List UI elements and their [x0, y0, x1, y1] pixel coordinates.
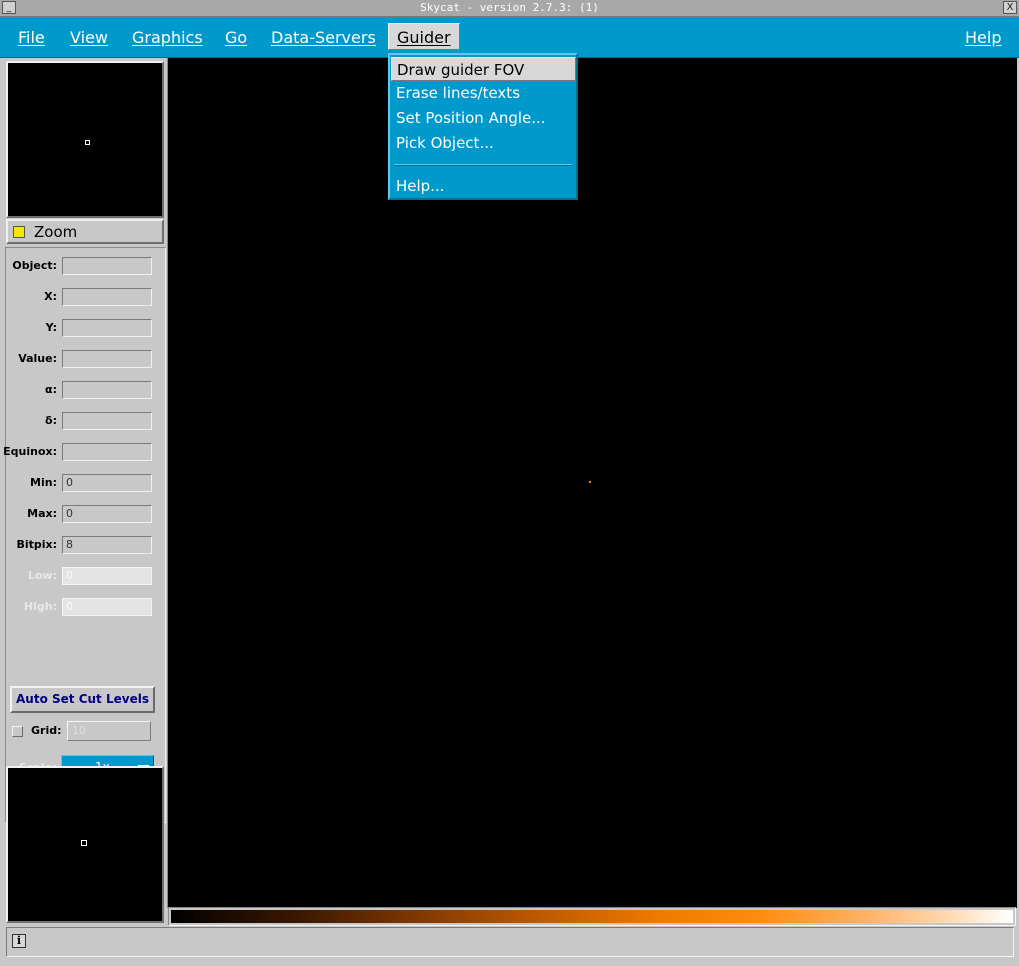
field-label-x: X:	[44, 290, 57, 303]
field-label-value: Value:	[18, 352, 57, 365]
menu-data-servers[interactable]: Data-Servers	[271, 28, 376, 47]
zoom-indicator-icon	[13, 226, 25, 238]
grid-checkbox[interactable]	[12, 726, 23, 737]
dec-field[interactable]	[62, 412, 152, 430]
pan-view-marker[interactable]	[85, 140, 90, 145]
min-field[interactable]: 0	[62, 474, 152, 492]
menu-item-draw-guider-fov[interactable]: Draw guider FOV	[391, 57, 576, 81]
y-field[interactable]	[62, 319, 152, 337]
auto-set-cut-levels-button[interactable]: Auto Set Cut Levels	[10, 686, 155, 713]
field-label-equinox: Equinox:	[3, 445, 57, 458]
menu-guider[interactable]: Guider	[388, 23, 460, 50]
high-cut-field[interactable]: 0	[62, 598, 152, 616]
grid-spacing-field[interactable]: 10	[67, 721, 151, 741]
window-menu-icon[interactable]: _	[2, 1, 16, 14]
menu-file[interactable]: File	[18, 28, 45, 47]
menu-view[interactable]: View	[70, 28, 108, 47]
zoom-toggle-button[interactable]: Zoom	[6, 219, 164, 244]
guider-dropdown-menu: Draw guider FOV Erase lines/texts Set Po…	[388, 53, 578, 200]
menu-item-guider-help[interactable]: Help...	[396, 177, 445, 195]
menubar: File View Graphics Go Data-Servers Guide…	[0, 17, 1019, 58]
close-icon[interactable]: X	[1003, 1, 1017, 14]
field-label-high: High:	[23, 600, 57, 613]
field-label-bitpix: Bitpix:	[16, 538, 57, 551]
field-label-low: Low:	[27, 569, 57, 582]
left-control-panel: Zoom Object: X: Y: Value: α: δ: Equinox:…	[0, 58, 167, 926]
field-label-max: Max:	[27, 507, 57, 520]
x-field[interactable]	[62, 288, 152, 306]
info-icon: i	[12, 934, 26, 948]
status-bar: i	[6, 927, 1014, 957]
bitpix-field[interactable]: 8	[62, 536, 152, 554]
menu-go[interactable]: Go	[225, 28, 247, 47]
menu-item-erase-lines-texts[interactable]: Erase lines/texts	[396, 84, 520, 102]
image-pixel-source	[589, 481, 591, 483]
colormap-bar[interactable]	[168, 907, 1016, 926]
value-field[interactable]	[62, 350, 152, 368]
pan-window[interactable]	[6, 61, 164, 218]
menu-separator	[394, 164, 572, 166]
window-title: Skycat - version 2.7.3: (1)	[420, 1, 599, 14]
field-label-y: Y:	[45, 321, 57, 334]
window-titlebar[interactable]: Skycat - version 2.7.3: (1) _ X	[0, 0, 1019, 17]
grid-label: Grid:	[31, 724, 62, 737]
field-label-dec: δ:	[45, 414, 57, 427]
menu-graphics[interactable]: Graphics	[132, 28, 203, 47]
menu-item-pick-object[interactable]: Pick Object...	[396, 134, 494, 152]
object-field[interactable]	[62, 257, 152, 275]
field-label-min: Min:	[30, 476, 57, 489]
colormap-ramp	[171, 910, 1013, 923]
menu-help[interactable]: Help	[965, 28, 1001, 47]
equinox-field[interactable]	[62, 443, 152, 461]
field-label-ra: α:	[45, 383, 57, 396]
low-cut-field[interactable]: 0	[62, 567, 152, 585]
field-label-object: Object:	[12, 259, 57, 272]
image-display-canvas[interactable]	[167, 58, 1017, 908]
max-field[interactable]: 0	[62, 505, 152, 523]
magnifier-window	[6, 766, 164, 923]
zoom-label: Zoom	[34, 223, 78, 241]
magnifier-cursor-marker	[81, 840, 87, 846]
ra-field[interactable]	[62, 381, 152, 399]
menu-item-set-position-angle[interactable]: Set Position Angle...	[396, 109, 546, 127]
